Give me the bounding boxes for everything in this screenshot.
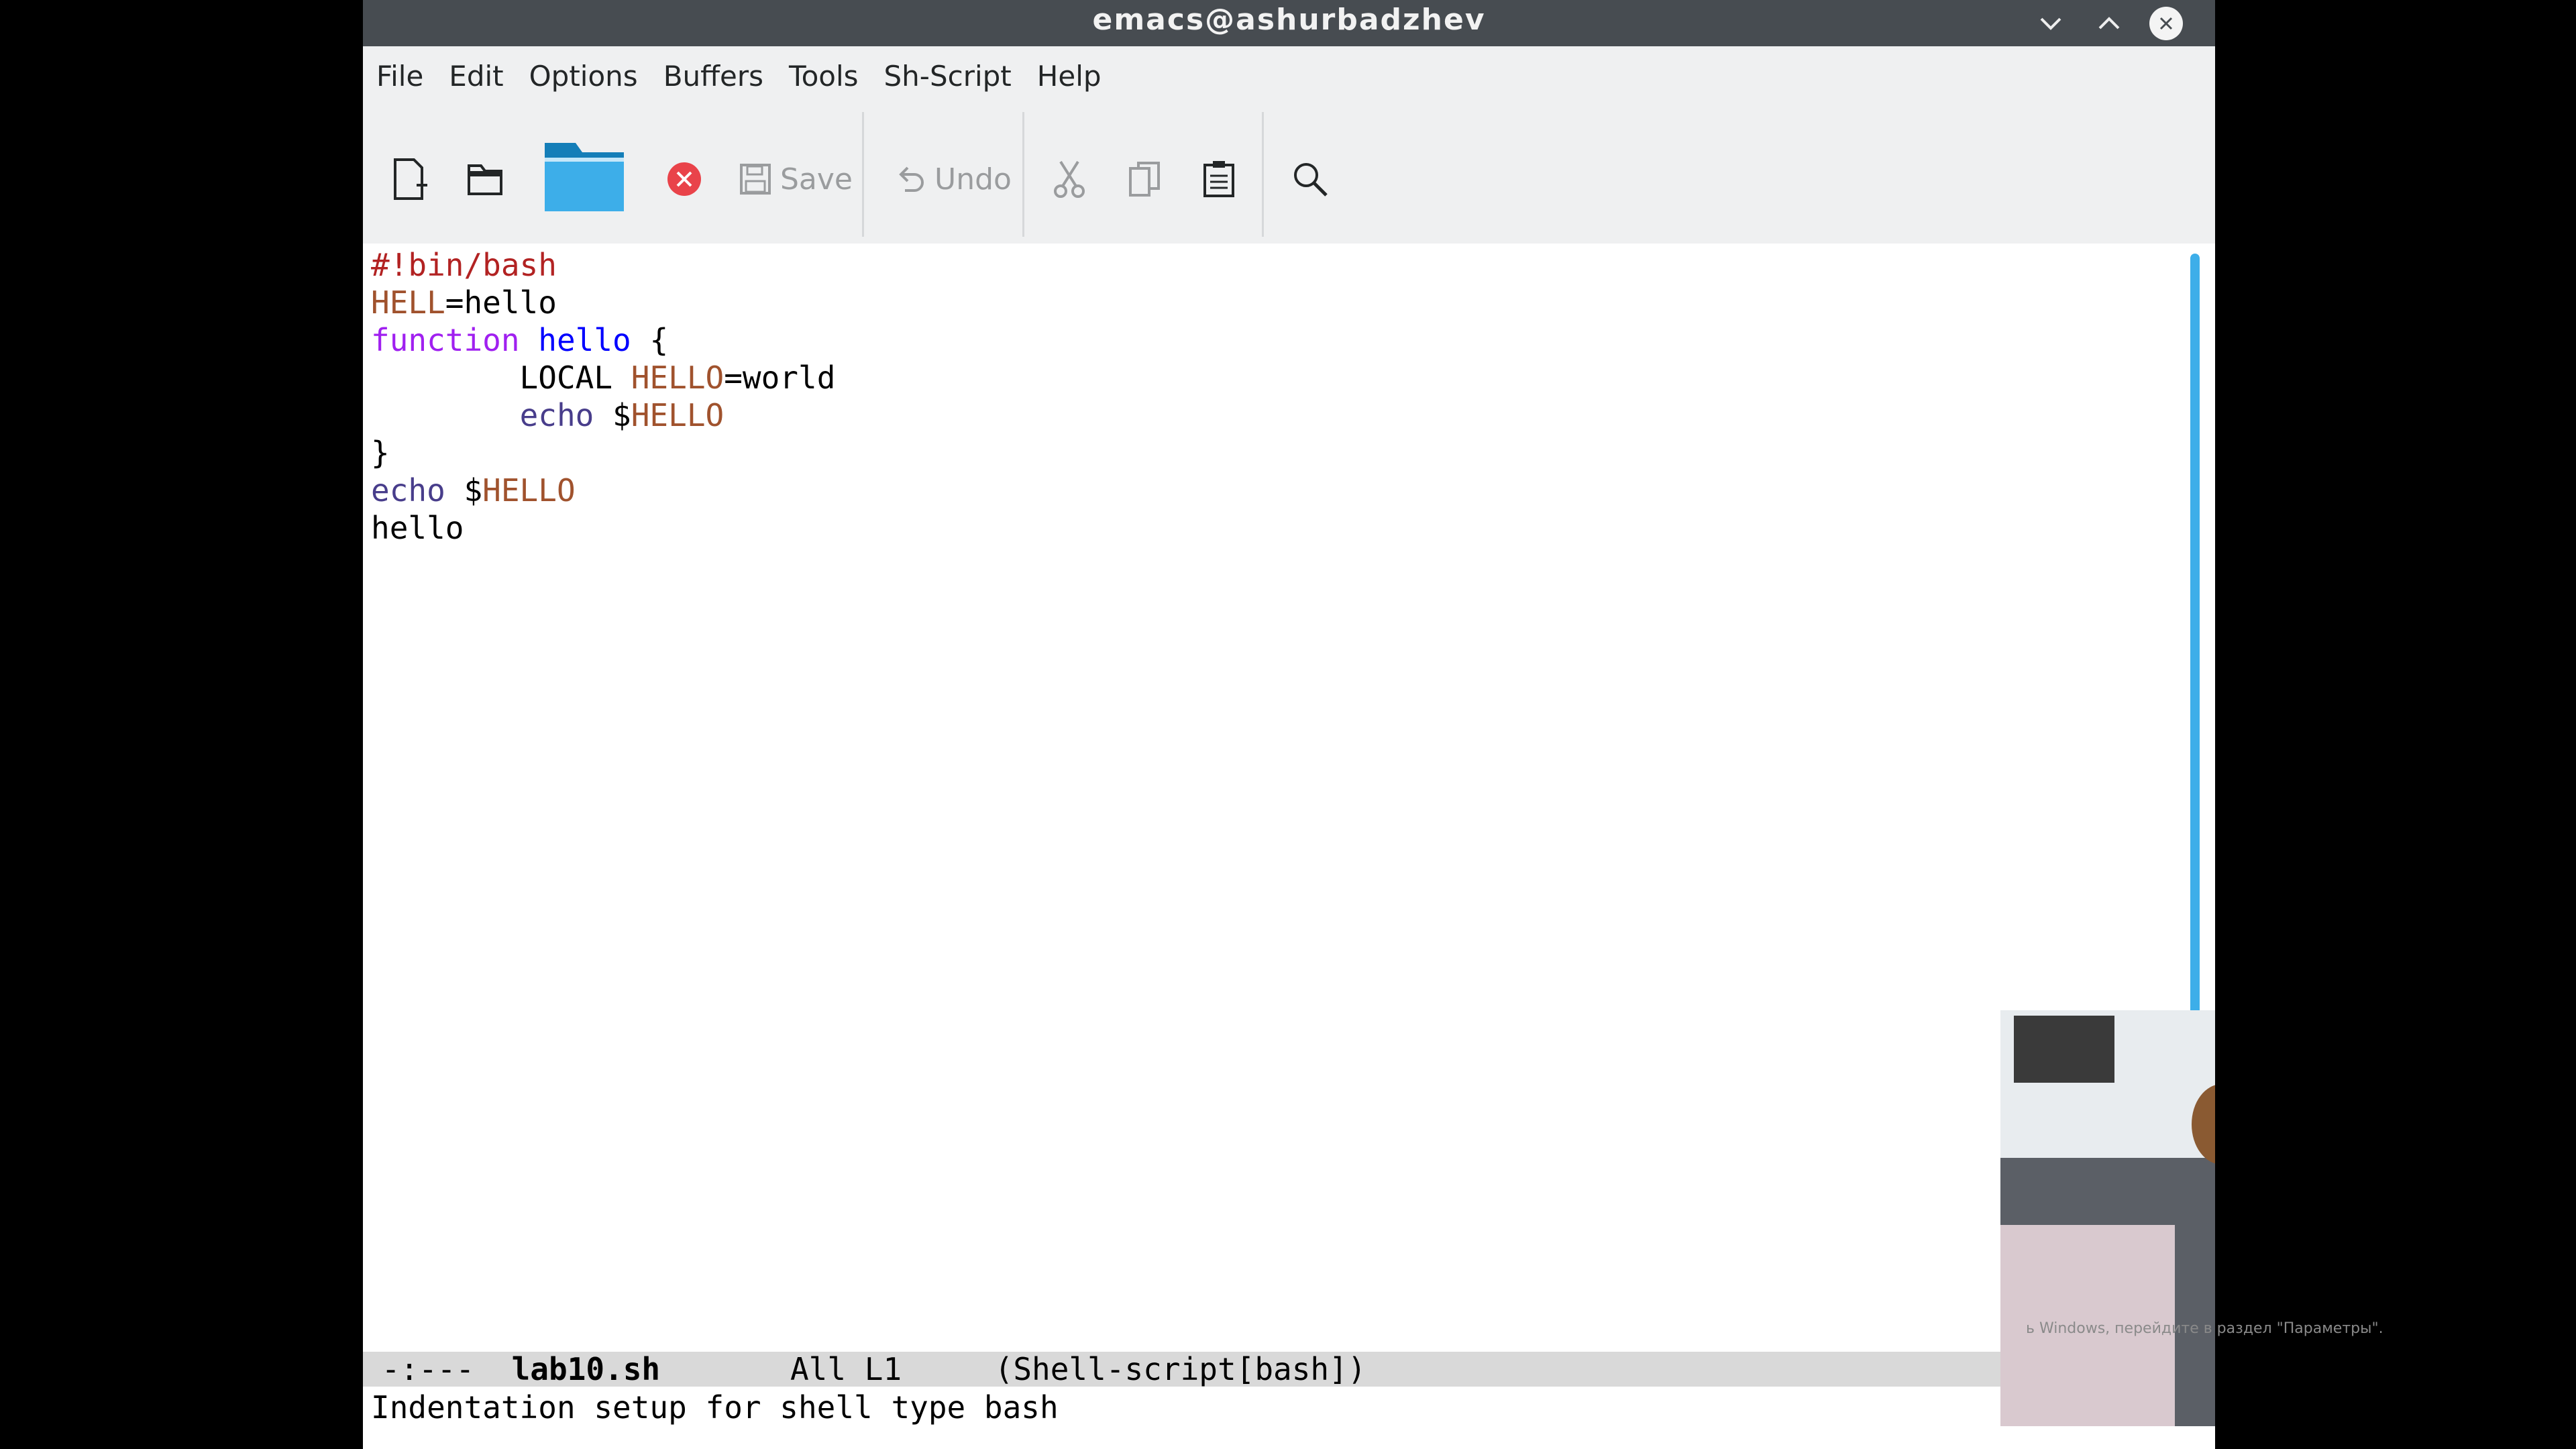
- toolbar-separator: [862, 112, 864, 237]
- menu-bar: File Edit Options Buffers Tools Sh-Scrip…: [363, 46, 2215, 105]
- keyword: function: [371, 322, 520, 358]
- close-buffer-icon: [667, 162, 701, 196]
- code-text-segment: }: [371, 435, 390, 471]
- variable-name: HELLO: [631, 397, 724, 433]
- code-text[interactable]: #!bin/bash HELL=hello function hello { L…: [371, 246, 835, 547]
- menu-help[interactable]: Help: [1025, 60, 1114, 93]
- code-text-segment: =world: [724, 360, 836, 396]
- undo-button[interactable]: Undo: [893, 146, 1012, 213]
- variable-name: HELL: [371, 284, 445, 321]
- save-label: Save: [780, 162, 853, 197]
- search-icon: [1294, 163, 1328, 197]
- close-buffer-button[interactable]: [666, 146, 702, 213]
- title-bar[interactable]: emacs@ashurbadzhev: [363, 0, 2215, 46]
- save-button[interactable]: Save: [739, 146, 853, 213]
- chevron-down-icon: [2040, 17, 2061, 30]
- builtin-command: echo: [371, 472, 445, 508]
- tool-bar: Save Undo: [363, 105, 2215, 244]
- modeline-position: All L1: [660, 1351, 995, 1387]
- code-text-segment: {: [631, 322, 669, 358]
- toolbar-separator: [1022, 112, 1024, 237]
- close-window-button[interactable]: [2149, 7, 2183, 40]
- open-directory-icon: [468, 164, 502, 195]
- code-text-segment: hello: [371, 510, 464, 546]
- shebang-line: #!bin/bash: [371, 247, 557, 283]
- open-directory-button[interactable]: [465, 146, 505, 213]
- maximize-button[interactable]: [2092, 7, 2126, 40]
- major-mode[interactable]: (Shell-script[bash]): [995, 1351, 1366, 1387]
- code-text-segment: =hello: [445, 284, 557, 321]
- paste-icon: [1203, 161, 1234, 197]
- menu-options[interactable]: Options: [517, 60, 650, 93]
- toolbar-separator: [1262, 112, 1264, 237]
- copy-icon: [1129, 162, 1160, 197]
- new-file-icon: [394, 158, 427, 200]
- webcam-overlay: [2000, 1010, 2215, 1426]
- close-icon: [2159, 17, 2173, 30]
- code-text-segment: $: [594, 397, 631, 433]
- undo-icon: [899, 166, 924, 192]
- copy-button[interactable]: [1128, 146, 1161, 213]
- cut-button[interactable]: [1051, 146, 1087, 213]
- minibuffer-message: Indentation setup for shell type bash: [371, 1389, 1059, 1426]
- menu-file[interactable]: File: [364, 60, 435, 93]
- code-text-segment: LOCAL: [371, 360, 631, 396]
- variable-name: HELLO: [631, 360, 724, 396]
- new-file-button[interactable]: [390, 146, 430, 213]
- menu-buffers[interactable]: Buffers: [651, 60, 775, 93]
- menu-tools[interactable]: Tools: [777, 60, 870, 93]
- emacs-window: emacs@ashurbadzhev File Edit Options Buf…: [363, 0, 2215, 1449]
- menu-sh-script[interactable]: Sh-Script: [872, 60, 1024, 93]
- builtin-command: echo: [519, 397, 594, 433]
- editor-buffer[interactable]: #!bin/bash HELL=hello function hello { L…: [363, 244, 2174, 1350]
- activation-watermark: ь Windows, перейдите в раздел "Параметры…: [2026, 1320, 2383, 1337]
- paste-button[interactable]: [1202, 146, 1236, 213]
- minimize-button[interactable]: [2034, 7, 2068, 40]
- function-name: hello: [538, 322, 631, 358]
- chevron-up-icon: [2098, 17, 2120, 30]
- undo-label: Undo: [934, 162, 1012, 197]
- webcam-image: [2000, 1010, 2215, 1426]
- search-button[interactable]: [1291, 146, 1329, 213]
- modeline-status: -:---: [363, 1351, 512, 1387]
- folder-button[interactable]: [542, 132, 627, 219]
- cut-icon: [1054, 160, 1085, 198]
- variable-name: HELLO: [482, 472, 576, 508]
- buffer-name[interactable]: lab10.sh: [512, 1351, 661, 1387]
- save-icon: [740, 164, 771, 195]
- code-text-segment: $: [445, 472, 483, 508]
- mode-line: -:--- lab10.sh All L1 (Shell-script[bash…: [363, 1352, 2215, 1387]
- folder-icon: [545, 143, 624, 211]
- menu-edit[interactable]: Edit: [437, 60, 515, 93]
- window-title: emacs@ashurbadzhev: [1092, 3, 1486, 37]
